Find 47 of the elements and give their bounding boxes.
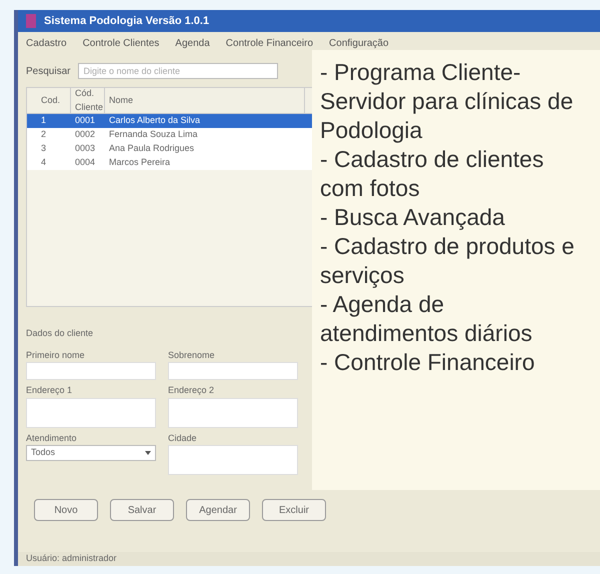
menu-item[interactable]: Cadastro xyxy=(26,36,67,51)
table-cell-text: 0001 xyxy=(74,114,96,128)
app-icon xyxy=(26,14,36,28)
feature-text: - Controle Financeiro xyxy=(320,348,536,377)
field-label: Endereço 2 xyxy=(168,384,216,397)
table-cell-text: 3 xyxy=(40,142,48,156)
dropdown-arrow-icon xyxy=(145,451,151,455)
menu-item[interactable]: Agenda xyxy=(175,36,210,51)
action-button[interactable]: Agendar xyxy=(186,499,250,521)
table-cell-text: Fernanda Souza Lima xyxy=(108,128,199,142)
field-label: Atendimento xyxy=(26,432,78,444)
table-cell-text: 0002 xyxy=(74,128,96,142)
field-label: Sobrenome xyxy=(168,348,216,362)
table-cell-text: Ana Paula Rodrigues xyxy=(108,142,196,156)
field-label: Primeiro nome xyxy=(26,348,86,362)
input-field[interactable] xyxy=(26,362,156,380)
table-cell-text: 4 xyxy=(40,156,48,170)
table-cell-text: 1 xyxy=(40,114,48,128)
select-field[interactable]: Todos xyxy=(26,445,156,461)
column-header[interactable]: Cod. xyxy=(37,88,71,113)
table-cell-text: 0004 xyxy=(74,156,96,170)
menu-item[interactable]: Controle Financeiro xyxy=(226,36,314,51)
feature-text: - Busca Avançada xyxy=(320,203,506,232)
action-button[interactable]: Novo xyxy=(34,499,98,521)
input-field[interactable] xyxy=(26,398,156,428)
action-button[interactable]: Salvar xyxy=(110,499,174,521)
input-field[interactable] xyxy=(168,398,298,428)
table-cell-text: 2 xyxy=(40,128,48,142)
menu-item[interactable]: Controle Clientes xyxy=(82,36,160,51)
table-cell-text: Carlos Alberto da Silva xyxy=(108,114,202,128)
group-title: Dados do cliente xyxy=(26,328,94,338)
search-label: Pesquisar xyxy=(26,64,70,78)
menu-item[interactable]: Configuração xyxy=(329,36,389,51)
input-field[interactable] xyxy=(168,445,298,475)
feature-text: - Agenda de atendimentos diários xyxy=(320,290,534,348)
table-cell-text: 0003 xyxy=(74,142,96,156)
action-button[interactable]: Excluir xyxy=(262,499,326,521)
table-cell-text: Marcos Pereira xyxy=(108,156,172,170)
field-label: Endereço 1 xyxy=(26,384,74,397)
search-field[interactable]: Digite o nome do cliente xyxy=(78,63,278,79)
column-header[interactable]: Cód. Cliente xyxy=(71,88,105,113)
input-field[interactable] xyxy=(168,362,298,380)
window-title: Sistema Podologia Versão 1.0.1 xyxy=(44,14,210,29)
feature-text: - Cadastro de produtos e serviços xyxy=(320,232,576,290)
field-label: Cidade xyxy=(168,432,198,444)
status-bar: Usuário: administrador xyxy=(18,552,600,566)
column-header[interactable]: Nome xyxy=(105,88,305,113)
